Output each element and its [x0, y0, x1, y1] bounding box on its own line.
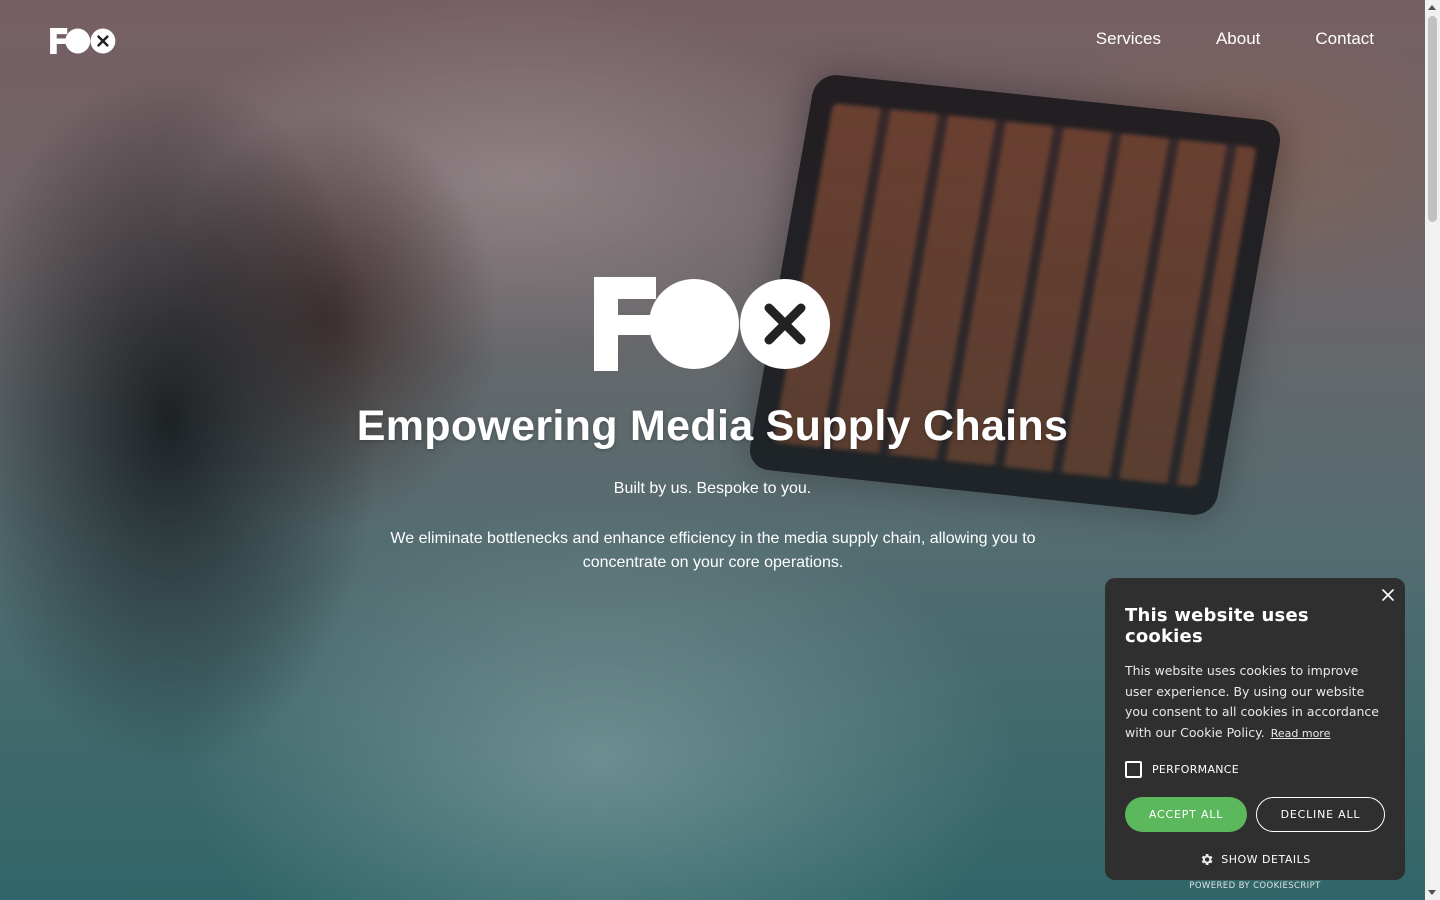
page: Services About Contact Empowering Media …: [0, 0, 1440, 900]
close-icon[interactable]: [1379, 586, 1397, 604]
performance-label: PERFORMANCE: [1152, 763, 1240, 776]
nav-contact[interactable]: Contact: [1315, 28, 1374, 50]
page-scrollbar[interactable]: [1425, 0, 1440, 900]
decline-all-button[interactable]: DECLINE ALL: [1256, 797, 1385, 832]
hero-description: We eliminate bottlenecks and enhance eff…: [390, 530, 1036, 571]
gear-icon: [1202, 854, 1213, 865]
scroll-down-arrow-icon[interactable]: [1428, 890, 1436, 895]
scroll-up-arrow-icon[interactable]: [1428, 5, 1436, 10]
foox-logo-header[interactable]: [50, 28, 116, 54]
show-details-toggle[interactable]: SHOW DETAILS: [1125, 852, 1385, 867]
powered-by-text: POWERED BY COOKIESCRIPT: [1189, 881, 1321, 891]
performance-checkbox[interactable]: [1125, 761, 1142, 778]
main-nav: Services About Contact: [1096, 28, 1374, 50]
cookie-consent-dialog: This website uses cookies This website u…: [1105, 578, 1405, 891]
nav-about[interactable]: About: [1216, 28, 1260, 50]
scrollbar-thumb[interactable]: [1428, 16, 1437, 222]
foox-logo-hero: [594, 277, 830, 371]
cookie-title: This website uses cookies: [1125, 605, 1309, 647]
hero-subtitle: Built by us. Bespoke to you.: [613, 480, 812, 497]
cookie-description: This website uses cookies to improve use…: [1125, 661, 1385, 744]
cookie-text: This website uses cookies to improve use…: [1125, 663, 1379, 740]
nav-services[interactable]: Services: [1096, 28, 1161, 50]
accept-all-button[interactable]: ACCEPT ALL: [1125, 797, 1247, 832]
cookie-buttons: ACCEPT ALL DECLINE ALL: [1125, 797, 1385, 832]
hero-title: Empowering Media Supply Chains: [356, 402, 1069, 450]
show-details-label: SHOW DETAILS: [1221, 853, 1311, 866]
read-more-link[interactable]: Read more: [1271, 727, 1331, 740]
performance-option[interactable]: PERFORMANCE: [1125, 761, 1385, 778]
